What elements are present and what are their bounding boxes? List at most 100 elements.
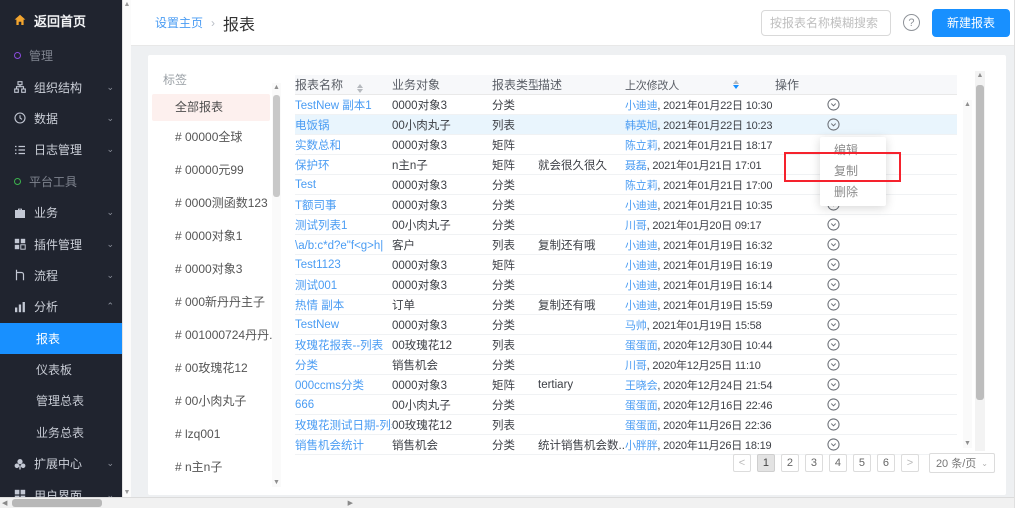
menu-item-复制[interactable]: 复制	[820, 161, 886, 182]
scroll-right-arrow-icon[interactable]: ▶	[348, 498, 353, 508]
table-row[interactable]: 测试0010000对象3分类小迪迪, 2021年01月19日 16:14	[295, 275, 957, 295]
table-row[interactable]: 分类销售机会分类川哥, 2020年12月25日 11:10	[295, 355, 957, 375]
modifier-link[interactable]: 小迪迪	[625, 240, 657, 252]
tag-item[interactable]: # lzq001	[148, 418, 288, 451]
new-report-button[interactable]: 新建报表	[932, 9, 1010, 37]
sidebar-item-管理总表[interactable]: 管理总表	[0, 385, 122, 416]
table-row[interactable]: \a/b:c*d?e"f<g>h| 【...客户列表复制还有哦小迪迪, 2021…	[295, 235, 957, 255]
row-actions-dropdown-icon[interactable]	[827, 258, 840, 271]
modifier-link[interactable]: 王晓会	[625, 380, 657, 392]
tag-item[interactable]: # 00000元99	[148, 154, 288, 187]
table-row[interactable]: 测试列表100小肉丸子分类川哥, 2021年01月20日 09:17	[295, 215, 957, 235]
row-actions-dropdown-icon[interactable]	[827, 318, 840, 331]
breadcrumb-parent-link[interactable]: 设置主页	[155, 14, 203, 31]
modifier-link[interactable]: 川哥	[625, 360, 647, 372]
report-name-link[interactable]: \a/b:c*d?e"f<g>h| 【...	[295, 240, 392, 252]
modifier-link[interactable]: 小迪迪	[625, 100, 657, 112]
column-header-报表名称[interactable]: 报表名称	[295, 76, 392, 93]
scroll-up-arrow-icon[interactable]: ▲	[123, 1, 131, 8]
sidebar-item-报表[interactable]: 报表	[0, 323, 122, 354]
tag-item[interactable]: # 001000724丹丹...	[148, 319, 288, 352]
row-actions-dropdown-icon[interactable]	[827, 378, 840, 391]
page-button-6[interactable]: 6	[877, 454, 895, 472]
row-actions-dropdown-icon[interactable]	[827, 218, 840, 231]
scrollbar-thumb[interactable]	[12, 499, 102, 507]
row-actions-dropdown-icon[interactable]	[827, 238, 840, 251]
report-name-link[interactable]: 保护环	[295, 160, 330, 172]
modifier-link[interactable]: 小迪迪	[625, 300, 657, 312]
table-row[interactable]: 热情 副本订单分类复制还有哦小迪迪, 2021年01月19日 15:59	[295, 295, 957, 315]
scrollbar-thumb[interactable]	[976, 85, 984, 400]
tag-item[interactable]: # 00玫瑰花12	[148, 352, 288, 385]
scrollbar-thumb[interactable]	[273, 95, 280, 197]
modifier-link[interactable]: 聂磊	[625, 160, 647, 172]
row-actions-dropdown-icon[interactable]	[827, 118, 840, 131]
horizontal-scrollbar[interactable]: ◀ ▶	[0, 497, 356, 508]
tag-item[interactable]: # 00000全球	[148, 121, 288, 154]
report-name-link[interactable]: 测试001	[295, 280, 337, 292]
sort-icon[interactable]	[357, 84, 363, 93]
row-actions-dropdown-icon[interactable]	[827, 298, 840, 311]
modifier-link[interactable]: 韩英旭	[625, 120, 657, 132]
scroll-up-arrow-icon[interactable]: ▲	[963, 101, 972, 108]
report-name-link[interactable]: 销售机会统计	[295, 440, 364, 452]
table-row[interactable]: 玫瑰花报表--列表00玫瑰花12列表蛋蛋面, 2020年12月30日 10:44	[295, 335, 957, 355]
row-actions-dropdown-icon[interactable]	[827, 278, 840, 291]
report-name-link[interactable]: TestNew 副本1	[295, 100, 372, 112]
report-name-link[interactable]: 玫瑰花报表--列表	[295, 340, 383, 352]
sidebar-item-插件管理[interactable]: 插件管理⌄	[0, 228, 122, 259]
modifier-link[interactable]: 陈立莉	[625, 180, 657, 192]
sidebar-item-用户界面[interactable]: 用户界面⌄	[0, 479, 122, 497]
table-scrollbar[interactable]: ▲ ▼	[963, 100, 972, 448]
report-name-link[interactable]: 测试列表1	[295, 220, 347, 232]
scroll-down-arrow-icon[interactable]: ▼	[123, 489, 131, 496]
report-name-link[interactable]: Test1123	[295, 259, 341, 271]
sidebar-item-业务总表[interactable]: 业务总表	[0, 417, 122, 448]
tag-item[interactable]: # PIPI	[148, 484, 288, 495]
sidebar-home-link[interactable]: 返回首页	[0, 0, 122, 40]
prev-page-button[interactable]: <	[733, 454, 751, 472]
sidebar-item-数据[interactable]: 数据⌄	[0, 103, 122, 134]
modifier-link[interactable]: 蛋蛋面	[625, 420, 657, 432]
report-name-link[interactable]: T额司事	[295, 200, 337, 212]
page-button-1[interactable]: 1	[757, 454, 775, 472]
scroll-up-arrow-icon[interactable]: ▲	[975, 72, 985, 79]
sidebar-item-仪表板[interactable]: 仪表板	[0, 354, 122, 385]
table-row[interactable]: TestNew 副本10000对象3分类小迪迪, 2021年01月22日 10:…	[295, 95, 957, 115]
card-scrollbar[interactable]: ▲	[975, 71, 985, 451]
row-actions-dropdown-icon[interactable]	[827, 98, 840, 111]
scroll-left-arrow-icon[interactable]: ◀	[2, 498, 7, 508]
table-row[interactable]: TestNew0000对象3分类马帅, 2021年01月19日 15:58	[295, 315, 957, 335]
report-name-link[interactable]: 实数总和	[295, 140, 341, 152]
report-name-link[interactable]: Test	[295, 179, 316, 191]
row-actions-dropdown-icon[interactable]	[827, 358, 840, 371]
scroll-down-arrow-icon[interactable]: ▼	[272, 479, 281, 486]
scroll-up-arrow-icon[interactable]: ▲	[272, 84, 281, 91]
tag-item[interactable]: # 000新丹丹主子	[148, 286, 288, 319]
page-size-select[interactable]: 20 条/页⌄	[929, 453, 995, 473]
row-actions-dropdown-icon[interactable]	[827, 418, 840, 431]
row-actions-dropdown-icon[interactable]	[827, 438, 840, 451]
page-button-4[interactable]: 4	[829, 454, 847, 472]
sidebar-item-流程[interactable]: 流程⌄	[0, 260, 122, 291]
menu-item-删除[interactable]: 删除	[820, 182, 886, 203]
report-name-link[interactable]: 热情 副本	[295, 300, 344, 312]
sidebar-item-分析[interactable]: 分析⌃	[0, 291, 122, 322]
modifier-link[interactable]: 小迪迪	[625, 260, 657, 272]
sidebar-item-组织结构[interactable]: 组织结构⌄	[0, 71, 122, 102]
sort-icon[interactable]	[733, 80, 739, 89]
sidebar-item-扩展中心[interactable]: 扩展中心⌄	[0, 448, 122, 479]
help-icon[interactable]: ?	[903, 14, 920, 31]
modifier-link[interactable]: 蛋蛋面	[625, 400, 657, 412]
report-name-link[interactable]: 电饭锅	[295, 120, 330, 132]
modifier-link[interactable]: 小胖胖	[625, 440, 657, 452]
report-name-link[interactable]: 玫瑰花测试日期-列表	[295, 420, 392, 432]
report-search-input[interactable]	[761, 10, 891, 36]
column-header-上次修改人[interactable]: 上次修改人	[625, 77, 775, 93]
table-row[interactable]: 000ccms分类0000对象3矩阵tertiary王晓会, 2020年12月2…	[295, 375, 957, 395]
tag-item[interactable]: # 0000对象1	[148, 220, 288, 253]
sidebar-item-日志管理[interactable]: 日志管理⌄	[0, 134, 122, 165]
modifier-link[interactable]: 小迪迪	[625, 200, 657, 212]
modifier-link[interactable]: 小迪迪	[625, 280, 657, 292]
tag-item[interactable]: # n主n子	[148, 451, 288, 484]
